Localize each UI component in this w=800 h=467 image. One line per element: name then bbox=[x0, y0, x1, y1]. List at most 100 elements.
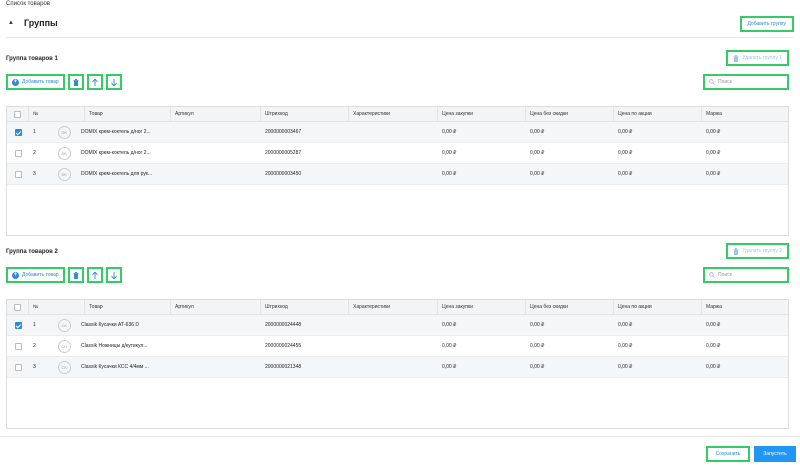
page-title: Группы bbox=[24, 18, 58, 28]
row-checkbox[interactable] bbox=[14, 149, 22, 157]
search-icon bbox=[709, 79, 715, 85]
row-checkbox[interactable] bbox=[14, 170, 22, 178]
delete-group-button[interactable]: Удалить группу 1 bbox=[726, 50, 789, 66]
search-icon bbox=[709, 272, 715, 278]
col-barcode: 2000000005287 bbox=[265, 150, 302, 156]
avatar: CK bbox=[57, 360, 71, 374]
select-all-cell bbox=[7, 300, 29, 314]
move-up-button[interactable] bbox=[86, 267, 103, 283]
col-purchase: 0,00 ₽ bbox=[442, 364, 457, 370]
move-down-button[interactable] bbox=[105, 74, 122, 90]
avatar: DK bbox=[57, 146, 71, 160]
row-select-cell bbox=[7, 357, 29, 377]
col-name[interactable]: Classik Ножницы д/кутикул... bbox=[81, 336, 161, 356]
row-number: 2 bbox=[33, 150, 36, 156]
trash-icon bbox=[733, 54, 739, 62]
row-number: 1 bbox=[33, 129, 36, 135]
col-price: 0,00 ₽ bbox=[530, 171, 545, 177]
move-up-button[interactable] bbox=[86, 74, 103, 90]
move-down-button[interactable] bbox=[105, 267, 122, 283]
column-header-col-price: Цена без скидки bbox=[526, 300, 614, 314]
search-input[interactable]: Поиск bbox=[703, 74, 789, 90]
column-header-col-promo: Цена по акции bbox=[614, 300, 702, 314]
table-header: № Товар Артикул Штрихкод Характеристики Цена … bbox=[7, 107, 788, 122]
col-name[interactable]: DOMIX крем-коктель для рук... bbox=[81, 164, 161, 184]
table-header: № Товар Артикул Штрихкод Характеристики Цена … bbox=[7, 300, 788, 315]
collapse-caret-icon[interactable]: ▲ bbox=[8, 20, 14, 26]
table-row[interactable]: 3 CK Classik Кусачки КСС 4/4мм ... 20000000… bbox=[7, 357, 788, 378]
column-header-col-num: № bbox=[29, 107, 85, 121]
column-header-col-article: Артикул bbox=[171, 300, 261, 314]
column-header-col-promo: Цена по акции bbox=[614, 107, 702, 121]
delete-item-button[interactable] bbox=[67, 74, 84, 90]
table-row[interactable]: 1 CK Classik Кусачки АТ-636 D 2000000024448… bbox=[7, 315, 788, 336]
search-placeholder: Поиск bbox=[718, 79, 732, 85]
avatar: CH bbox=[57, 339, 71, 353]
page-label: Список товаров bbox=[6, 1, 50, 7]
row-checkbox[interactable] bbox=[14, 128, 22, 136]
col-price: 0,00 ₽ bbox=[530, 129, 545, 135]
table-row[interactable]: 3 DK DOMIX крем-коктель для рук... 20000000… bbox=[7, 164, 788, 185]
add-group-button[interactable]: Добавить группу bbox=[739, 16, 794, 32]
row-select-cell bbox=[7, 336, 29, 356]
col-name[interactable]: DOMIX крем-коктель д/ног 2... bbox=[81, 122, 161, 142]
search-placeholder: Поиск bbox=[718, 272, 732, 278]
row-select-cell bbox=[7, 143, 29, 163]
row-checkbox[interactable] bbox=[14, 321, 22, 329]
col-name[interactable]: DOMIX крем-коктель д/ног 2... bbox=[81, 143, 161, 163]
table-row[interactable]: 2 DK DOMIX крем-коктель д/ног 2... 20000000… bbox=[7, 143, 788, 164]
column-header-col-props: Характеристики bbox=[349, 107, 438, 121]
col-article bbox=[175, 357, 259, 377]
col-props bbox=[353, 357, 436, 377]
col-promo: 0,00 ₽ bbox=[618, 171, 633, 177]
col-article bbox=[175, 143, 259, 163]
add-item-label: Добавить товар bbox=[22, 272, 59, 278]
col-margin: 0,00 ₽ bbox=[706, 343, 721, 349]
groups-header: ▲ Группы Добавить группу bbox=[6, 14, 794, 38]
plus-icon: + bbox=[12, 271, 19, 279]
col-margin: 0,00 ₽ bbox=[706, 364, 721, 370]
add-item-button[interactable]: + Добавить товар bbox=[6, 74, 65, 90]
trash-icon bbox=[73, 78, 79, 86]
column-header-col-barcode: Штрихкод bbox=[261, 300, 349, 314]
col-article bbox=[175, 164, 259, 184]
row-select-cell bbox=[7, 122, 29, 142]
delete-item-button[interactable] bbox=[67, 267, 84, 283]
table-row[interactable]: 1 DK DOMIX крем-коктель д/ног 2... 20000000… bbox=[7, 122, 788, 143]
save-button[interactable]: Сохранить bbox=[706, 446, 750, 462]
row-checkbox[interactable] bbox=[14, 342, 22, 350]
arrow-up-icon bbox=[91, 78, 98, 86]
avatar: DK bbox=[57, 125, 71, 139]
col-price: 0,00 ₽ bbox=[530, 322, 545, 328]
row-number: 1 bbox=[33, 322, 36, 328]
products-table: № Товар Артикул Штрихкод Характеристики Цена … bbox=[6, 299, 789, 429]
row-checkbox[interactable] bbox=[14, 363, 22, 371]
delete-group-button[interactable]: Удалить группу 2 bbox=[726, 243, 789, 259]
row-number: 3 bbox=[33, 364, 36, 370]
col-name[interactable]: Classik Кусачки АТ-636 D bbox=[81, 315, 161, 335]
col-name[interactable]: Classik Кусачки КСС 4/4мм ... bbox=[81, 357, 161, 377]
table-row[interactable]: 2 CH Classik Ножницы д/кутикул... 200000002… bbox=[7, 336, 788, 357]
select-all-cell bbox=[7, 107, 29, 121]
row-select-cell bbox=[7, 315, 29, 335]
add-item-button[interactable]: + Добавить товар bbox=[6, 267, 65, 283]
column-header-col-margin: Маржа bbox=[706, 111, 722, 117]
column-header-col-barcode: Штрихкод bbox=[261, 107, 349, 121]
col-props bbox=[353, 122, 436, 142]
col-purchase: 0,00 ₽ bbox=[442, 150, 457, 156]
col-props bbox=[353, 143, 436, 163]
search-input[interactable]: Поиск bbox=[703, 267, 789, 283]
col-article bbox=[175, 122, 259, 142]
column-header-col-name: Товар bbox=[85, 300, 171, 314]
plus-icon: + bbox=[12, 78, 19, 86]
arrow-down-icon bbox=[110, 271, 117, 279]
col-purchase: 0,00 ₽ bbox=[442, 171, 457, 177]
select-all-checkbox[interactable] bbox=[14, 303, 21, 311]
delete-group-label: Удалить группу 2 bbox=[742, 248, 782, 254]
avatar: DK bbox=[57, 167, 71, 181]
col-margin: 0,00 ₽ bbox=[706, 129, 721, 135]
column-header-col-price: Цена без скидки bbox=[526, 107, 614, 121]
select-all-checkbox[interactable] bbox=[14, 110, 21, 118]
run-button[interactable]: Запустить bbox=[754, 446, 796, 462]
column-header-col-props: Характеристики bbox=[349, 300, 438, 314]
